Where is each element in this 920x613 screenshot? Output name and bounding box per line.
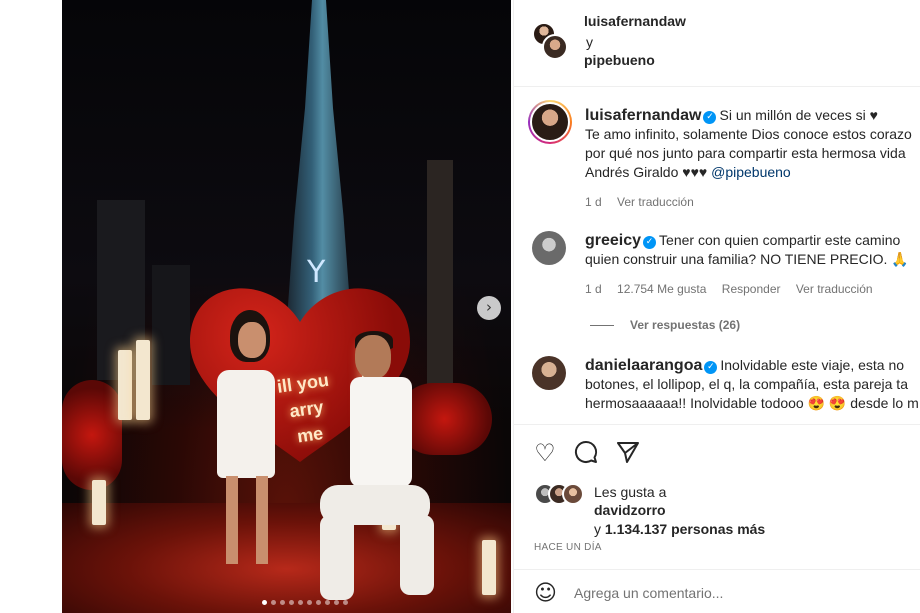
comment-body: danielaarangoa ✓ Inolvidable este viaje, e… [585, 356, 920, 413]
woman-figure [212, 310, 282, 570]
comment-line: quien construir una familia? NO TIENE PR… [585, 251, 909, 267]
comment-username[interactable]: greeicy [585, 232, 641, 249]
avatar [530, 102, 570, 142]
carousel-dots [262, 600, 348, 605]
verified-badge-icon: ✓ [643, 236, 657, 249]
caption-text: Si un millón de veces si ♥ [719, 107, 878, 123]
comment-meta: 1 d 12.754 Me gusta Responder Ver traduc… [585, 280, 920, 299]
woman-face [238, 322, 266, 358]
liker-avatars[interactable] [534, 483, 594, 505]
tower-projection-glyph: Y [307, 255, 326, 290]
carousel-dot [343, 600, 348, 605]
comment-line: greeicy ✓ Tener con quien compartir este c… [585, 231, 920, 250]
comment-text: Inolvidable este viaje, esta no [720, 357, 905, 373]
verified-badge-icon: ✓ [703, 111, 717, 124]
carousel-dot [298, 600, 303, 605]
carousel-dot [307, 600, 312, 605]
carousel-dot [316, 600, 321, 605]
man-shin [400, 515, 434, 595]
story-ring-avatar[interactable] [528, 100, 572, 144]
translate-link[interactable]: Ver traducción [617, 195, 694, 209]
caption-username[interactable]: luisafernandaw [585, 107, 701, 124]
liker-username[interactable]: davidzorro [594, 502, 666, 518]
carousel-dot [262, 600, 267, 605]
rose-bouquet-left [62, 380, 122, 490]
post-side-panel: luisafernandaw y pipebueno luisafernanda… [513, 0, 920, 613]
building-mid [152, 265, 190, 385]
candle [118, 350, 132, 420]
caption-line: Te amo infinito, solamente Dios conoce e… [585, 126, 912, 142]
carousel-dot [325, 600, 330, 605]
header-username-1[interactable]: luisafernandaw [584, 13, 686, 29]
post-header: luisafernandaw y pipebueno [514, 0, 920, 87]
comment-username[interactable]: danielaarangoa [585, 357, 702, 374]
comment-text: Tener con quien compartir este camino [659, 232, 901, 248]
header-username-2[interactable]: pipebueno [584, 52, 655, 68]
man-kneeling-figure [310, 331, 440, 610]
caption-line: Andrés Giraldo ♥♥♥ @pipebueno [585, 163, 920, 182]
woman-leg [256, 476, 268, 564]
white-dress [217, 370, 275, 478]
replies-label: Ver respuestas (26) [630, 318, 741, 332]
avatar[interactable] [542, 34, 568, 60]
woman-leg [226, 476, 238, 564]
comment-icon[interactable] [572, 439, 600, 467]
post-timestamp: HACE UN DÍA [534, 542, 602, 553]
add-comment-bar: ☺ [514, 569, 920, 613]
comment-input[interactable] [574, 582, 894, 604]
comment-line: botones, el lollipop, el q, la compañía,… [585, 376, 908, 392]
comment-icon-svg [574, 440, 598, 463]
reply-button[interactable]: Responder [722, 282, 781, 296]
caption-meta: 1 d Ver traducción [585, 193, 920, 212]
carousel-dot [289, 600, 294, 605]
collab-avatars[interactable] [532, 22, 568, 62]
caption-line: por qué nos junto para compartir esta he… [585, 145, 906, 161]
translate-link[interactable]: Ver traducción [796, 282, 873, 296]
comment-line: danielaarangoa ✓ Inolvidable este viaje, e… [585, 356, 920, 375]
man-torso [350, 377, 412, 487]
man-shin [320, 515, 354, 600]
candle [482, 540, 496, 595]
replies-divider [590, 325, 614, 327]
view-replies-button[interactable]: Ver respuestas (26) [590, 318, 740, 332]
likes-count: 1.134.137 personas más [604, 521, 766, 537]
candle [136, 340, 150, 420]
carousel-dot [280, 600, 285, 605]
post-age: 1 d [585, 195, 602, 209]
likes-count-line[interactable]: y 1.134.137 personas más [594, 521, 765, 537]
comment-age: 1 d [585, 282, 602, 296]
emoji-icon[interactable]: ☺ [534, 582, 558, 606]
candle [92, 480, 106, 525]
comment-likes[interactable]: 12.754 Me gusta [617, 282, 706, 296]
carousel-dot [271, 600, 276, 605]
heart-icon[interactable]: ♡ [531, 439, 559, 467]
send-icon-svg [617, 442, 639, 463]
verified-badge-icon: ✓ [704, 361, 718, 374]
carousel-dot [334, 600, 339, 605]
chevron-right-icon: › [486, 298, 492, 316]
avatar[interactable] [532, 231, 566, 265]
action-bar: ♡ [514, 424, 920, 484]
caption-line: luisafernandaw ✓ Si un millón de veces si … [585, 106, 920, 125]
likes-prefix: Les gusta a [594, 484, 667, 500]
petal-floor [62, 503, 511, 613]
caption-body: luisafernandaw ✓ Si un millón de veces si … [585, 106, 920, 212]
mention-link[interactable]: @pipebueno [711, 164, 791, 180]
comment-body: greeicy ✓ Tener con quien compartir este c… [585, 231, 920, 299]
comment-line: hermosaaaaaa!! Inolvidable todooo 😍 😍 de… [585, 395, 919, 411]
next-slide-button[interactable]: › [477, 296, 501, 320]
send-icon[interactable] [614, 439, 642, 467]
avatar[interactable] [532, 356, 566, 390]
header-joiner: y [586, 34, 593, 50]
caption-text: Andrés Giraldo ♥♥♥ [585, 164, 712, 180]
avatar [562, 483, 584, 505]
likes-joiner: y [594, 521, 605, 537]
man-face [355, 335, 391, 379]
post-photo[interactable]: Y ill you arry me › [62, 0, 511, 613]
